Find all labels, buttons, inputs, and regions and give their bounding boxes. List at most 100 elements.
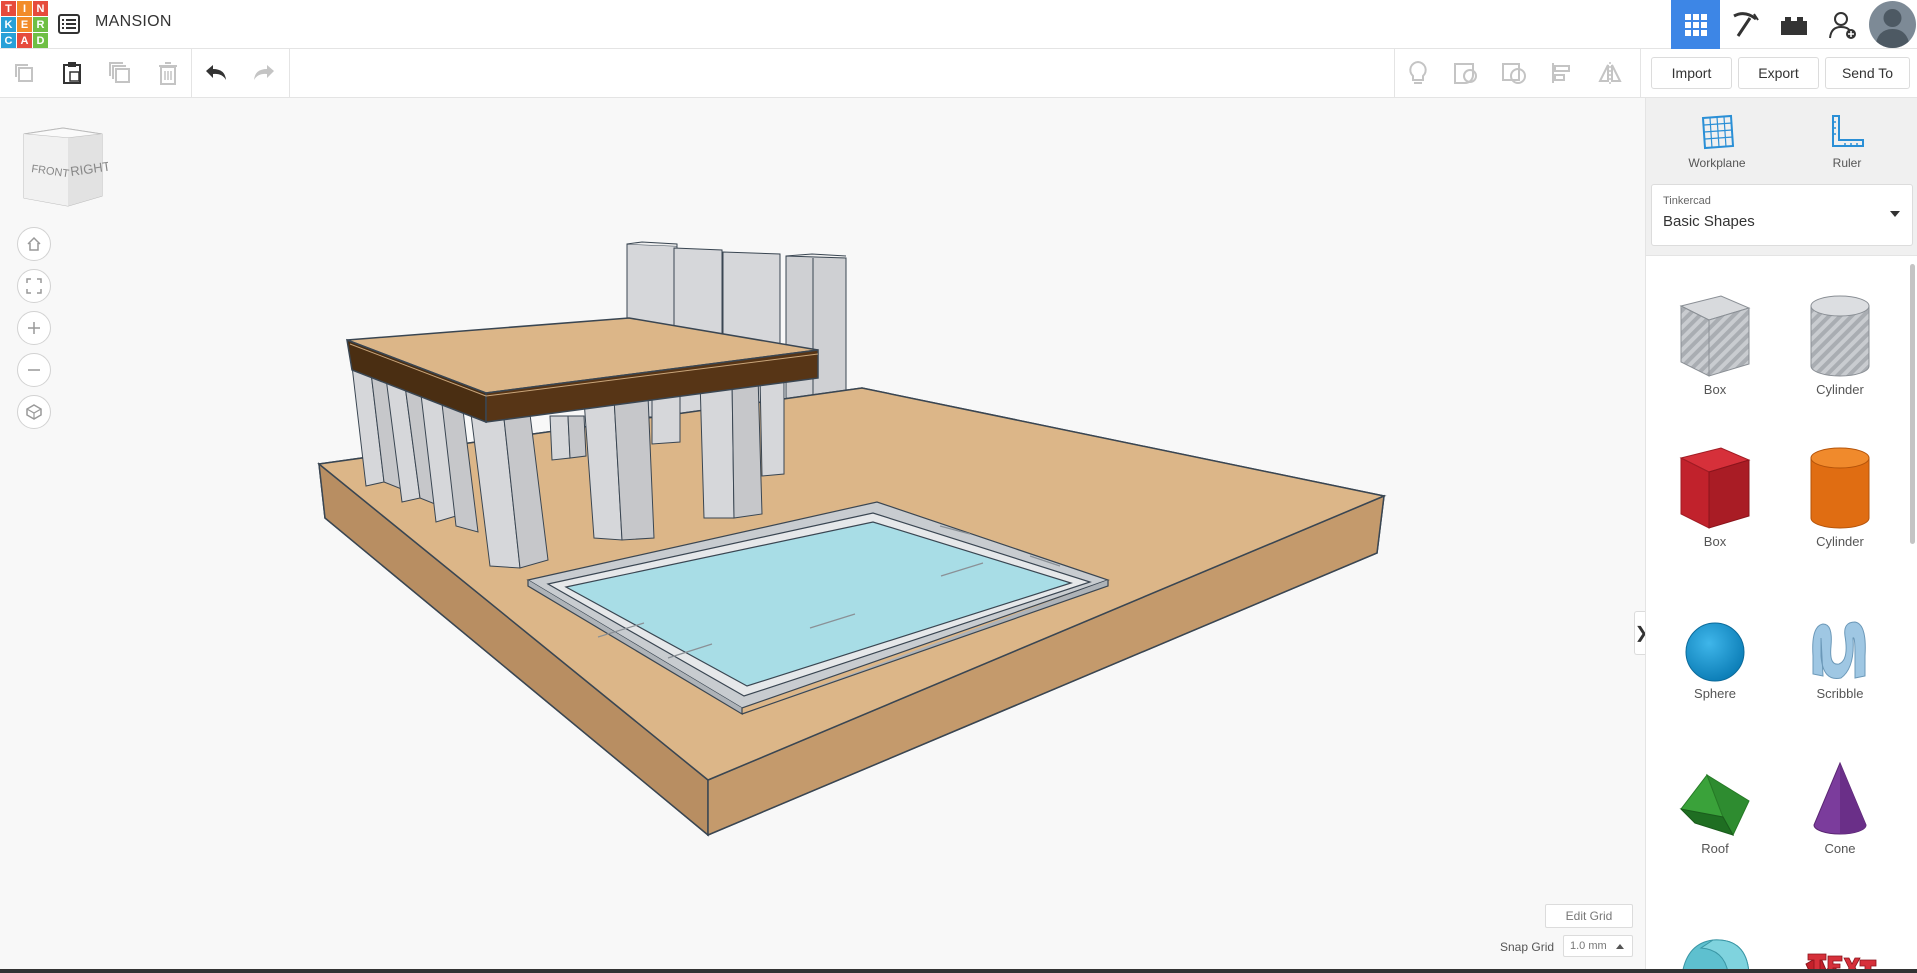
logo-letter: A bbox=[17, 33, 32, 48]
align-button[interactable] bbox=[1538, 49, 1586, 97]
shape-cone[interactable]: Cone bbox=[1780, 735, 1900, 856]
cylinder-icon bbox=[1810, 447, 1870, 529]
avatar[interactable] bbox=[1869, 1, 1916, 48]
align-icon bbox=[1552, 63, 1570, 83]
notes-button[interactable] bbox=[1394, 49, 1442, 97]
grid-view-button[interactable] bbox=[1671, 0, 1720, 49]
panel-collapse-button[interactable]: ❯ bbox=[1634, 611, 1645, 655]
shape-half-cylinder[interactable] bbox=[1655, 890, 1775, 973]
library-source: Tinkercad bbox=[1663, 195, 1711, 207]
logo-letter: I bbox=[17, 1, 32, 16]
pickaxe-icon bbox=[1732, 11, 1759, 37]
shape-cylinder-hole[interactable]: Cylinder bbox=[1780, 276, 1900, 397]
grid-view-icon bbox=[1684, 13, 1707, 36]
undo-icon bbox=[206, 65, 226, 80]
history-tools bbox=[192, 49, 288, 97]
bricks-icon bbox=[1780, 16, 1807, 35]
snap-grid-select[interactable]: 1.0 mm bbox=[1563, 935, 1633, 957]
redo-button[interactable] bbox=[240, 49, 288, 97]
delete-button[interactable] bbox=[144, 49, 192, 97]
shape-cylinder[interactable]: Cylinder bbox=[1780, 428, 1900, 549]
box-icon bbox=[1679, 447, 1751, 529]
shape-grid: Box Cylinder Box Cylinder Sphere Scribbl… bbox=[1646, 256, 1917, 973]
toolbar-separator bbox=[1640, 49, 1641, 97]
logo-letter: R bbox=[33, 17, 48, 32]
chevron-right-icon: ❯ bbox=[1635, 623, 1645, 643]
group-icon bbox=[1454, 63, 1477, 84]
text-shape-icon bbox=[1805, 953, 1877, 973]
shape-library-select[interactable]: Tinkercad Basic Shapes bbox=[1651, 184, 1913, 246]
tinkercad-logo[interactable]: T I N K E R C A D bbox=[0, 0, 48, 48]
scribble-icon bbox=[1812, 621, 1866, 680]
shape-roof[interactable]: Roof bbox=[1655, 735, 1775, 856]
logo-letter: C bbox=[1, 33, 16, 48]
shape-label: Box bbox=[1703, 382, 1727, 397]
minecraft-view-button[interactable] bbox=[1720, 0, 1769, 49]
shape-list-scrollbar[interactable] bbox=[1910, 264, 1915, 544]
logo-letter: E bbox=[17, 17, 32, 32]
paste-button[interactable] bbox=[48, 49, 96, 97]
mirror-button[interactable] bbox=[1586, 49, 1634, 97]
toolbar: Import Export Send To bbox=[0, 49, 1917, 98]
shape-tools bbox=[1394, 49, 1634, 97]
duplicate-button[interactable] bbox=[96, 49, 144, 97]
shape-label: Cone bbox=[1824, 841, 1856, 856]
bricks-view-button[interactable] bbox=[1769, 0, 1818, 49]
duplicate-icon bbox=[109, 62, 130, 83]
cone-icon bbox=[1813, 761, 1867, 835]
top-bar: T I N K E R C A D MANSION bbox=[0, 0, 1917, 49]
shape-label: Roof bbox=[1701, 841, 1729, 856]
shape-label: Scribble bbox=[1816, 686, 1864, 701]
add-user-icon bbox=[1828, 11, 1856, 39]
trash-icon bbox=[159, 62, 177, 85]
export-button[interactable]: Export bbox=[1738, 57, 1819, 89]
logo-letter: T bbox=[1, 1, 16, 16]
ruler-label: Ruler bbox=[1832, 156, 1862, 170]
redo-icon bbox=[254, 65, 274, 80]
lightbulb-icon bbox=[1409, 60, 1427, 84]
ruler-icon bbox=[1832, 115, 1864, 147]
caret-up-icon bbox=[1616, 944, 1624, 949]
shape-box-hole[interactable]: Box bbox=[1655, 276, 1775, 397]
design-menu-button[interactable] bbox=[56, 12, 82, 36]
copy-icon bbox=[15, 64, 33, 82]
workplane-canvas[interactable]: FRONT RIGHT Edit Grid Snap Grid 1.0 mm bbox=[0, 98, 1645, 973]
shape-label: Cylinder bbox=[1816, 534, 1864, 549]
box-hole-icon bbox=[1679, 295, 1751, 377]
copy-button[interactable] bbox=[0, 49, 48, 97]
shape-box[interactable]: Box bbox=[1655, 428, 1775, 549]
import-button[interactable]: Import bbox=[1651, 57, 1732, 89]
caret-down-icon bbox=[1890, 211, 1900, 217]
group-button[interactable] bbox=[1442, 49, 1490, 97]
ungroup-button[interactable] bbox=[1490, 49, 1538, 97]
shape-sphere[interactable]: Sphere bbox=[1655, 580, 1775, 701]
ungroup-icon bbox=[1502, 63, 1526, 84]
invite-user-button[interactable] bbox=[1818, 0, 1867, 49]
logo-letter: K bbox=[1, 17, 16, 32]
shapes-panel: Workplane Ruler Tinkercad Basic Shapes B… bbox=[1645, 98, 1917, 973]
paste-icon bbox=[63, 62, 81, 84]
snap-grid-value: 1.0 mm bbox=[1570, 940, 1607, 952]
library-name: Basic Shapes bbox=[1663, 213, 1755, 230]
top-icons bbox=[1671, 0, 1917, 49]
workplane-tool[interactable]: Workplane bbox=[1667, 108, 1767, 170]
ruler-tool[interactable]: Ruler bbox=[1797, 108, 1897, 170]
undo-button[interactable] bbox=[192, 49, 240, 97]
send-to-button[interactable]: Send To bbox=[1825, 57, 1910, 89]
mirror-icon bbox=[1598, 62, 1622, 84]
workplane-label: Workplane bbox=[1688, 156, 1746, 170]
mansion-model[interactable] bbox=[0, 98, 1645, 973]
list-icon bbox=[58, 14, 80, 34]
half-cylinder-icon bbox=[1681, 939, 1750, 973]
cylinder-hole-icon bbox=[1810, 295, 1870, 377]
user-silhouette-icon bbox=[1875, 9, 1910, 48]
shape-label: Cylinder bbox=[1816, 382, 1864, 397]
workplane-icon bbox=[1701, 114, 1735, 150]
sphere-icon bbox=[1685, 622, 1745, 682]
shape-label: Box bbox=[1703, 534, 1727, 549]
shape-label: Sphere bbox=[1694, 686, 1736, 701]
design-title[interactable]: MANSION bbox=[95, 13, 172, 31]
shape-scribble[interactable]: Scribble bbox=[1780, 580, 1900, 701]
shape-text[interactable] bbox=[1780, 890, 1900, 973]
edit-grid-button[interactable]: Edit Grid bbox=[1545, 904, 1633, 928]
